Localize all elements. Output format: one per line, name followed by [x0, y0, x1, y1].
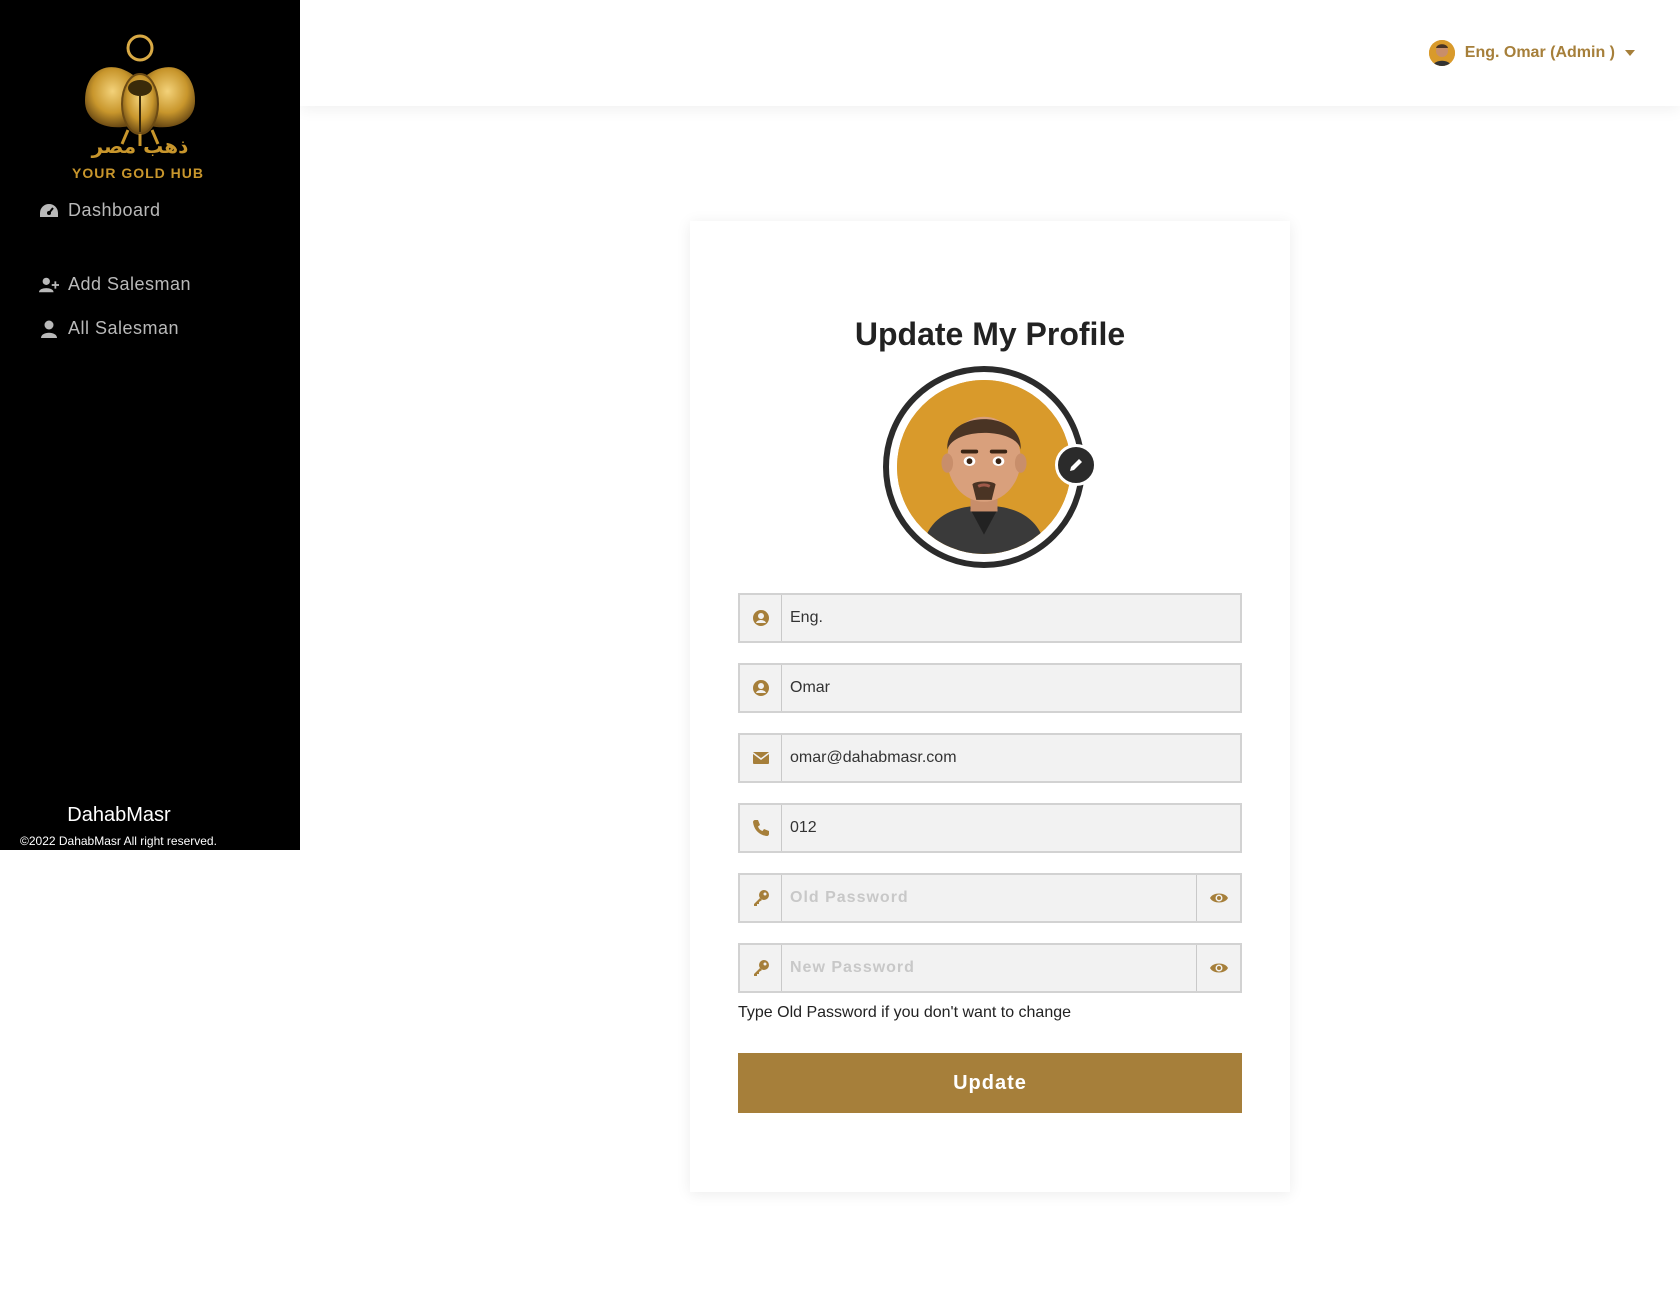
user-icon	[38, 319, 60, 339]
user-menu-dropdown[interactable]: Eng. Omar (Admin )	[1428, 40, 1635, 66]
show-password-toggle[interactable]	[1196, 945, 1240, 991]
user-circle-icon	[740, 665, 782, 711]
gauge-icon	[38, 201, 60, 221]
eye-icon	[1209, 963, 1228, 973]
old-password-field	[738, 873, 1242, 923]
chevron-down-icon	[1625, 50, 1635, 56]
sidebar-item-label: All Salesman	[68, 318, 180, 338]
sidebar: ذهب مصر YOUR GOLD HUB Dashboard Add Sale…	[0, 0, 300, 850]
new-password-field	[738, 943, 1242, 993]
sidebar-item-label: Add Salesman	[68, 274, 192, 294]
user-circle-icon	[740, 595, 782, 641]
name-input[interactable]	[782, 665, 1240, 711]
avatar	[1428, 40, 1455, 66]
page-title: Update My Profile	[854, 316, 1126, 352]
logo-arabic-text: ذهب مصر	[91, 134, 189, 158]
scarab-logo	[60, 26, 220, 186]
password-hint: Type Old Password if you don't want to c…	[738, 1004, 1072, 1021]
update-button[interactable]: Update	[738, 1053, 1242, 1113]
copyright-text: ©2022 DahabMasr All right reserved.	[20, 834, 217, 848]
phone-field	[738, 803, 1242, 853]
sidebar-item-all-salesman[interactable]: All Salesman	[38, 318, 179, 339]
title-field	[738, 593, 1242, 643]
email-input[interactable]	[782, 735, 1240, 781]
sidebar-brand: DahabMasr	[67, 804, 171, 826]
old-password-input[interactable]	[782, 875, 1196, 921]
profile-avatar	[883, 366, 1097, 568]
top-bar: Eng. Omar (Admin )	[300, 0, 1680, 106]
logo-tagline: YOUR GOLD HUB	[72, 165, 204, 181]
key-icon	[740, 945, 782, 991]
pencil-icon	[1070, 459, 1082, 471]
eye-icon	[1209, 893, 1228, 903]
sidebar-item-dashboard[interactable]: Dashboard	[38, 200, 161, 221]
phone-input[interactable]	[782, 805, 1240, 851]
envelope-icon	[740, 735, 782, 781]
sidebar-item-label: Dashboard	[68, 200, 161, 220]
user-name-label: Eng. Omar (Admin )	[1464, 44, 1615, 61]
title-input[interactable]	[782, 595, 1240, 641]
sidebar-item-add-salesman[interactable]: Add Salesman	[38, 274, 191, 295]
profile-card: Update My Profile Eng. Omar omar@dahabma…	[690, 221, 1290, 1192]
edit-avatar-button[interactable]	[1055, 444, 1097, 486]
user-plus-icon	[38, 275, 60, 295]
show-password-toggle[interactable]	[1196, 875, 1240, 921]
name-field	[738, 663, 1242, 713]
phone-icon	[740, 805, 782, 851]
new-password-input[interactable]	[782, 945, 1196, 991]
email-field	[738, 733, 1242, 783]
key-icon	[740, 875, 782, 921]
